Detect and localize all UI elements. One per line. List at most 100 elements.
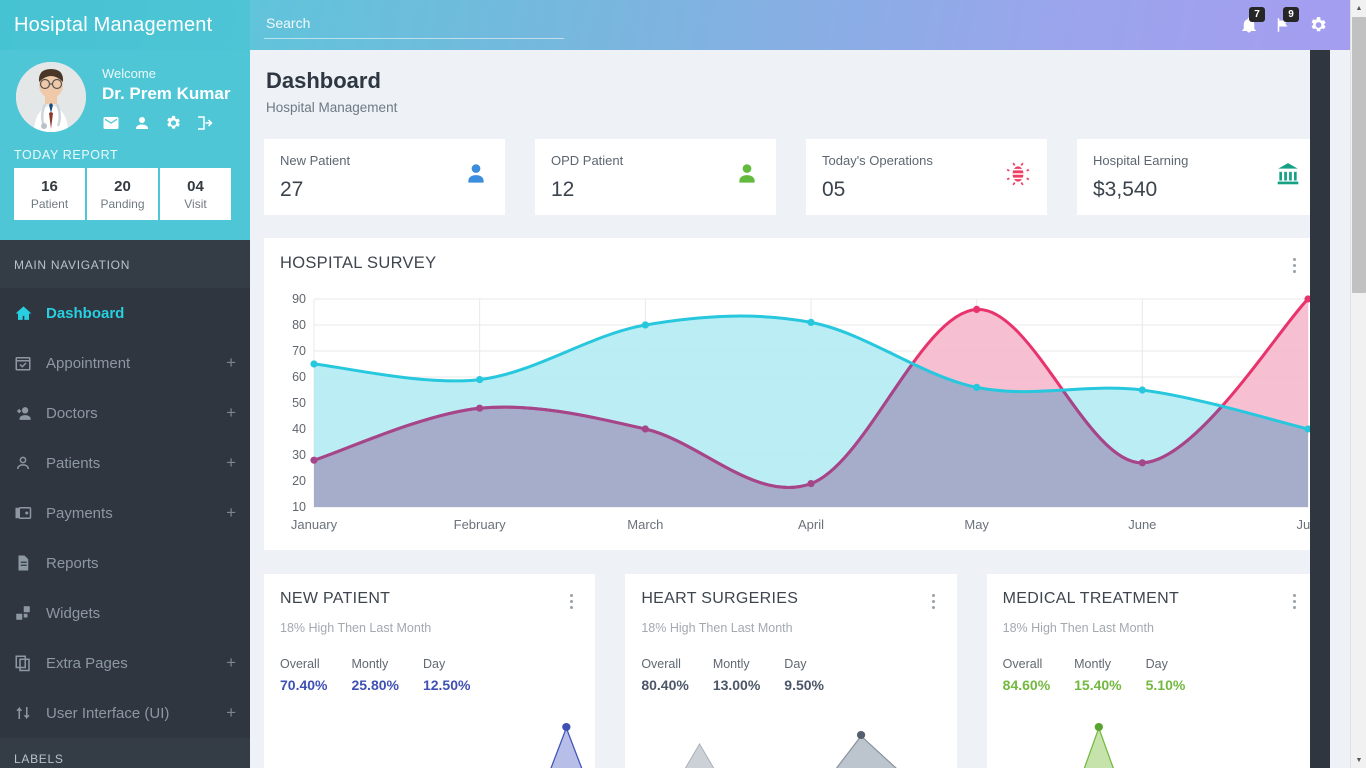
sidebar-item-label: Appointment xyxy=(46,354,131,372)
survey-chart-svg: 10 20 30 40 50 60 70 80 90 January February March Ap… xyxy=(291,292,1320,532)
expand-icon[interactable]: + xyxy=(226,353,236,373)
main-content: Dashboard Hospital Management New Patien… xyxy=(250,50,1350,768)
report-box-number: 20 xyxy=(114,177,131,195)
bell-icon[interactable]: 7 xyxy=(1240,7,1265,34)
sidebar-item-dashboard[interactable]: Dashboard xyxy=(0,288,250,338)
mini-stat-label: Day xyxy=(784,657,807,671)
svg-text:80: 80 xyxy=(292,318,306,332)
notification-badge: 7 xyxy=(1249,7,1265,22)
mini-stat-value: 12.50% xyxy=(422,677,471,693)
stat-card-hospital-earning[interactable]: Hospital Earning $3,540 xyxy=(1077,139,1318,215)
page-title: Dashboard xyxy=(266,68,381,93)
stat-card-value: 27 xyxy=(280,178,304,201)
sidebar-item-label: Patients xyxy=(46,454,101,472)
kebab-menu-icon[interactable] xyxy=(564,590,579,613)
report-box-label: Visit xyxy=(184,196,207,211)
expand-icon[interactable]: + xyxy=(226,453,236,473)
report-box[interactable]: 04 Visit xyxy=(160,168,231,220)
stat-card-text: Hospital Earning $3,540 xyxy=(1093,153,1188,202)
kebab-menu-icon[interactable] xyxy=(926,590,941,613)
mini-stat-value: 70.40% xyxy=(280,677,328,693)
user-icon[interactable] xyxy=(133,114,151,132)
user-add-icon xyxy=(14,404,46,423)
svg-text:70: 70 xyxy=(292,344,306,358)
search-input[interactable] xyxy=(264,11,564,39)
report-box[interactable]: 20 Panding xyxy=(87,168,158,220)
mini-stat: Day 5.10% xyxy=(1146,657,1186,693)
scroll-up-arrow[interactable]: ▲ xyxy=(1351,0,1366,16)
mini-stat: Montly 13.00% xyxy=(713,657,760,693)
profile-action-icons xyxy=(102,114,231,132)
logout-icon[interactable] xyxy=(195,114,213,132)
scroll-down-arrow[interactable]: ▼ xyxy=(1351,752,1366,768)
stat-card-opd-patient[interactable]: OPD Patient 12 xyxy=(535,139,776,215)
expand-icon[interactable]: + xyxy=(226,403,236,423)
svg-text:10: 10 xyxy=(292,500,306,514)
kebab-menu-icon[interactable] xyxy=(1287,590,1302,613)
sidebar-item-patients[interactable]: Patients + xyxy=(0,438,250,488)
gear-icon[interactable] xyxy=(1308,15,1328,35)
mail-icon[interactable] xyxy=(102,114,120,132)
mini-stat-value: 80.40% xyxy=(641,677,689,693)
stat-card-value: 05 xyxy=(822,178,846,201)
avatar[interactable] xyxy=(16,62,86,132)
survey-title: HOSPITAL SURVEY xyxy=(280,254,437,272)
mini-card-medical-treatment[interactable]: MEDICAL TREATMENT 18% High Then Last Mon… xyxy=(986,574,1318,768)
stat-card-label: Today's Operations xyxy=(822,153,933,168)
expand-icon[interactable]: + xyxy=(226,703,236,723)
sidebar-item-appointment[interactable]: Appointment + xyxy=(0,338,250,388)
sidebar: Welcome Dr. Prem Kumar TODAY REPORT 16 P… xyxy=(0,0,250,768)
calendar-icon xyxy=(14,354,46,372)
mini-card-new-patient[interactable]: NEW PATIENT 18% High Then Last Month Ove… xyxy=(264,574,596,768)
mini-stat-value: 84.60% xyxy=(1002,677,1051,693)
today-report-title: TODAY REPORT xyxy=(14,148,119,162)
expand-icon[interactable]: + xyxy=(226,503,236,523)
page-scrollbar[interactable]: ▲ ▼ xyxy=(1350,0,1366,768)
home-icon xyxy=(14,304,46,323)
svg-text:50: 50 xyxy=(292,396,306,410)
topbar-right-icons: 7 9 xyxy=(1240,7,1350,35)
report-box[interactable]: 16 Patient xyxy=(14,168,85,220)
hospital-survey-chart: 10 20 30 40 50 60 70 80 90 January February March Ap… xyxy=(280,291,1320,541)
stat-cards-row: New Patient 27 OPD Patient 12 Today's Op… xyxy=(250,121,1350,215)
sidebar-item-user-interface[interactable]: User Interface (UI) + xyxy=(0,688,250,738)
mini-card-head: HEART SURGERIES xyxy=(641,590,940,613)
settings-icon[interactable] xyxy=(164,114,182,132)
main-navigation-title: MAIN NAVIGATION xyxy=(0,240,250,288)
mini-card-title: MEDICAL TREATMENT xyxy=(1002,590,1180,607)
mini-stat: Overall 84.60% xyxy=(1003,657,1050,693)
brand-title: Hosiptal Management xyxy=(0,0,250,50)
sidebar-item-label: Extra Pages xyxy=(46,654,128,672)
mini-stat-label: Montly xyxy=(351,657,389,671)
expand-icon[interactable]: + xyxy=(226,653,236,673)
app-root: Welcome Dr. Prem Kumar TODAY REPORT 16 P… xyxy=(0,0,1366,768)
stat-card-todays-operations[interactable]: Today's Operations 05 xyxy=(806,139,1047,215)
mini-card-heart-surgeries[interactable]: HEART SURGERIES 18% High Then Last Month… xyxy=(625,574,957,768)
stat-card-new-patient[interactable]: New Patient 27 xyxy=(264,139,505,215)
mini-stat-label: Overall xyxy=(280,657,320,671)
sidebar-item-widgets[interactable]: Widgets xyxy=(0,588,250,638)
sidebar-item-doctors[interactable]: Doctors + xyxy=(0,388,250,438)
patient-green-icon xyxy=(734,153,760,187)
flag-icon[interactable]: 9 xyxy=(1274,7,1299,34)
scrollbar-thumb[interactable] xyxy=(1352,17,1366,293)
mini-stat-label: Overall xyxy=(1002,657,1043,671)
sparkline-chart xyxy=(550,723,583,768)
profile-text: Welcome Dr. Prem Kumar xyxy=(86,62,231,132)
sidebar-item-label: Reports xyxy=(46,554,99,572)
sidebar-item-reports[interactable]: Reports xyxy=(0,538,250,588)
sidebar-item-payments[interactable]: Payments + xyxy=(0,488,250,538)
mini-card-subtitle: 18% High Then Last Month xyxy=(1002,621,1154,635)
kebab-menu-icon[interactable] xyxy=(1287,254,1302,277)
mini-cards-row: NEW PATIENT 18% High Then Last Month Ove… xyxy=(250,550,1350,768)
sidebar-item-extra-pages[interactable]: Extra Pages + xyxy=(0,638,250,688)
topbar: Hosiptal Management 7 9 xyxy=(0,0,1350,50)
svg-text:January: January xyxy=(291,517,338,532)
svg-text:May: May xyxy=(964,517,989,532)
wallet-icon xyxy=(14,504,46,522)
svg-text:90: 90 xyxy=(292,292,306,306)
svg-text:March: March xyxy=(627,517,663,532)
mini-stat-label: Day xyxy=(422,657,446,671)
mini-card-head: NEW PATIENT xyxy=(280,590,579,613)
report-box-label: Patient xyxy=(30,196,69,211)
